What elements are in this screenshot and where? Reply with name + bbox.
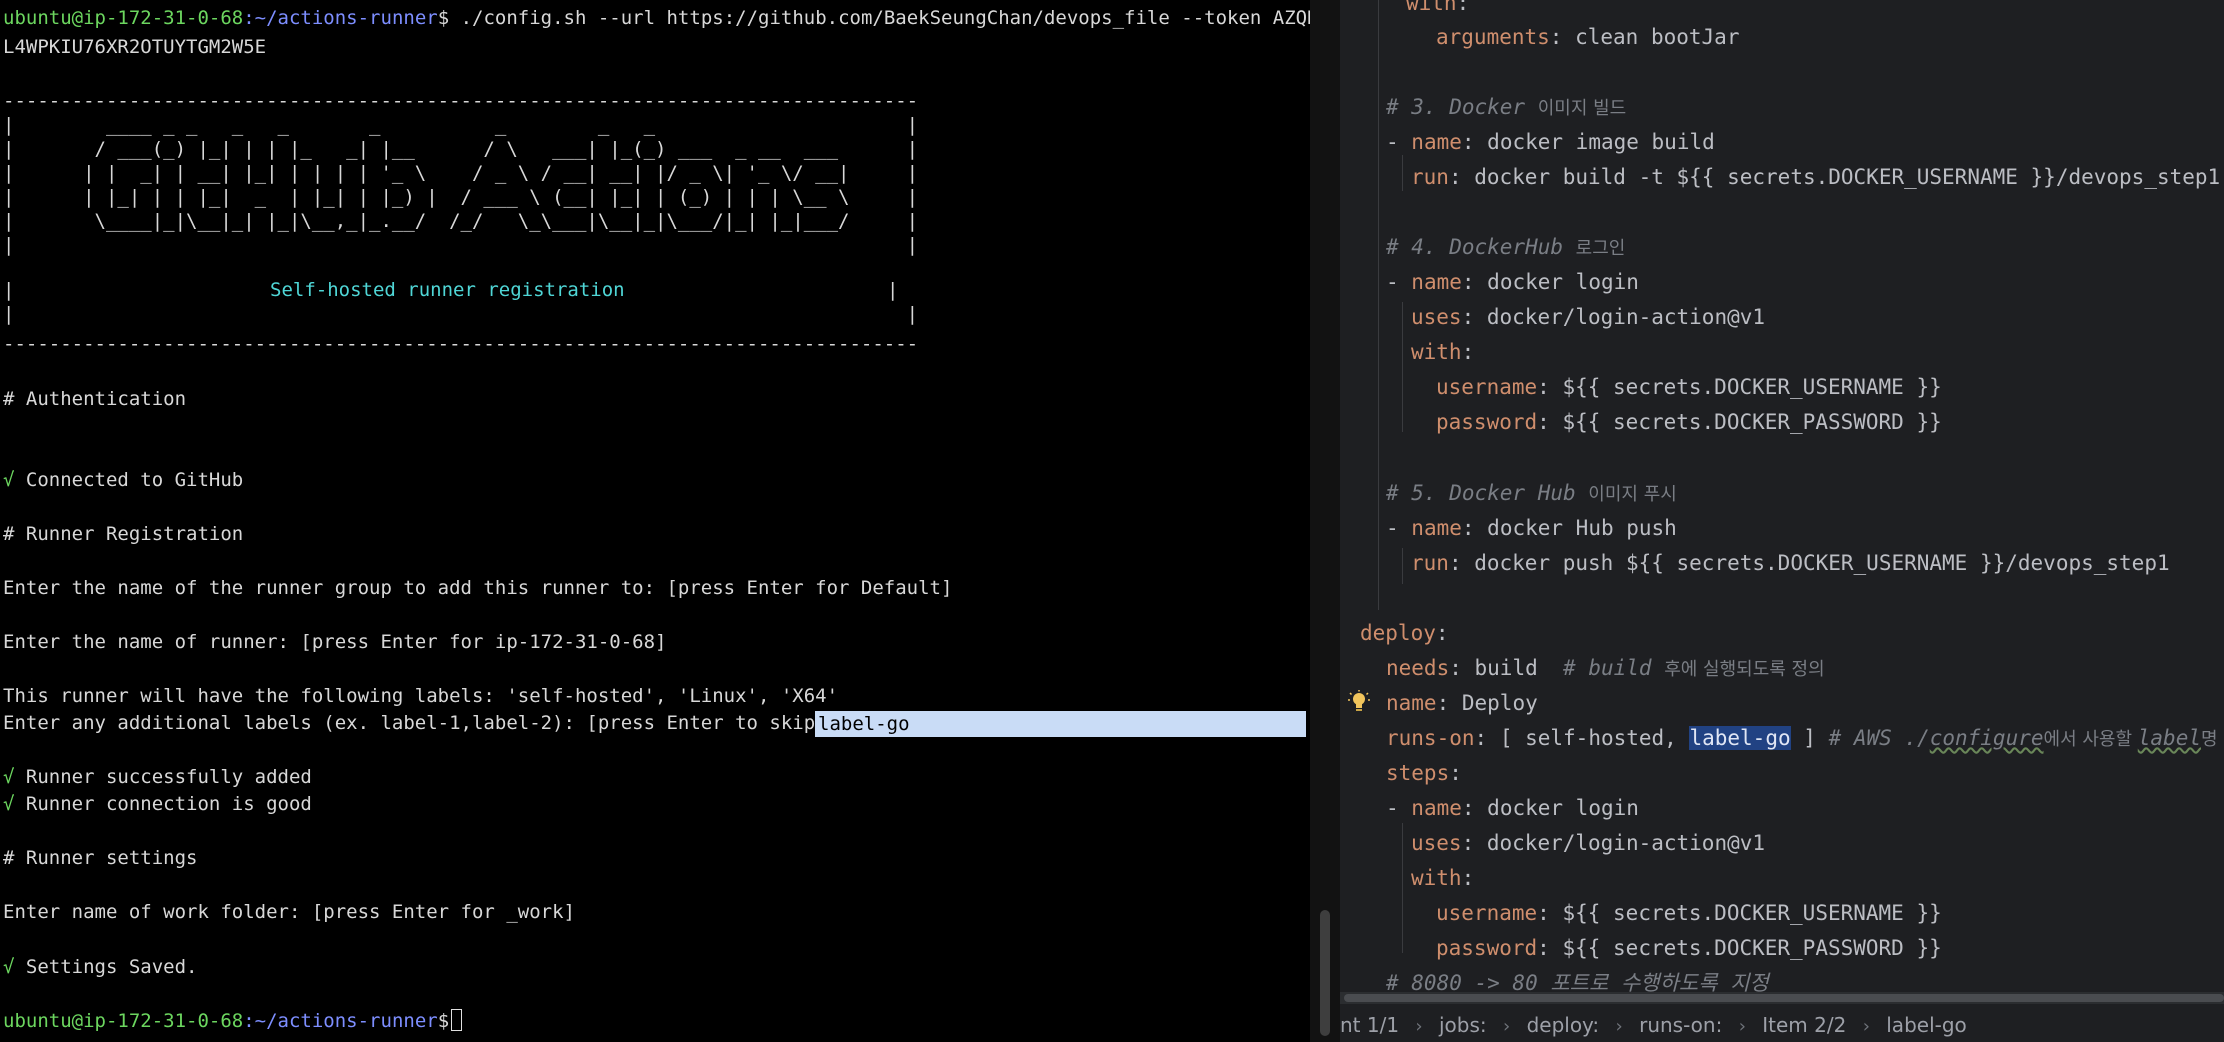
auth-header: # Authentication <box>3 388 187 410</box>
chevron-right-icon: › <box>1738 1016 1746 1037</box>
banner-line: | | <box>3 234 919 256</box>
check-icon: √ <box>3 469 15 491</box>
banner-line: | | <box>3 303 919 325</box>
code-comment: # 5. Docker Hub 이미지 푸시 <box>1386 481 1677 505</box>
breadcrumb-item[interactable]: Item 2/2 <box>1762 1013 1846 1037</box>
banner-line: | ____ _ _ _ _ _ _ _ _ | <box>3 114 919 136</box>
code-line: - name: docker image build <box>1386 130 1715 154</box>
terminal-prompt-line[interactable]: ubuntu@ip-172-31-0-68:~/actions-runner$ <box>3 1009 463 1033</box>
code-line: run: docker build -t ${{ secrets.DOCKER_… <box>1411 165 2224 189</box>
breadcrumb-item[interactable]: runs-on: <box>1639 1013 1722 1037</box>
settings-header: # Runner settings <box>3 847 198 869</box>
labels-info: This runner will have the following labe… <box>3 685 839 707</box>
code-comment: # 4. DockerHub 로그인 <box>1386 235 1626 259</box>
check-icon: √ <box>3 793 15 815</box>
prompt-user: ubuntu@ip-172-31-0-68 <box>3 1010 244 1032</box>
labels-prompt: Enter any additional labels (ex. label-1… <box>3 712 839 734</box>
chevron-right-icon: › <box>1415 1016 1423 1037</box>
terminal-scrollbar[interactable] <box>1320 910 1330 1036</box>
terminal-command-line: ubuntu@ip-172-31-0-68:~/actions-runner$ … <box>3 6 1310 30</box>
code-editor[interactable]: with: arguments: clean bootJar # 3. Dock… <box>1340 0 2224 1042</box>
code-line: username: ${{ secrets.DOCKER_USERNAME }} <box>1436 901 1942 925</box>
lightbulb-icon[interactable] <box>1348 690 1370 714</box>
code-line: deploy: <box>1360 621 1449 645</box>
work-folder-prompt: Enter name of work folder: [press Enter … <box>3 901 575 923</box>
breadcrumb-item[interactable]: nt 1/1 <box>1340 1013 1399 1037</box>
code-line: - name: docker login <box>1386 796 1639 820</box>
banner-line: | | |_| | | |_| _ | |_| | |_) | / ___ \ … <box>3 186 919 208</box>
terminal-pane[interactable]: ubuntu@ip-172-31-0-68:~/actions-runner$ … <box>0 0 1310 1042</box>
connected-line: √ Connected to GitHub <box>3 469 244 491</box>
name-prompt: Enter the name of runner: [press Enter f… <box>3 631 667 653</box>
code-line: - name: docker login <box>1386 270 1639 294</box>
banner-pipe: | <box>3 279 15 301</box>
code-line: username: ${{ secrets.DOCKER_USERNAME }} <box>1436 375 1942 399</box>
code-line: password: ${{ secrets.DOCKER_PASSWORD }} <box>1436 936 1942 960</box>
code-comment: # 3. Docker 이미지 빌드 <box>1386 95 1627 119</box>
code-line: run: docker push ${{ secrets.DOCKER_USER… <box>1411 551 2170 575</box>
prompt-path: ~/actions-runner <box>254 7 438 29</box>
command-wrap: L4WPKIU76XR2OTUYTGM2W5E <box>3 36 267 58</box>
check-icon: √ <box>3 766 15 788</box>
prompt-user: ubuntu@ip-172-31-0-68 <box>3 7 244 29</box>
breadcrumb-item[interactable]: deploy: <box>1527 1013 1600 1037</box>
indent-guide <box>1378 0 1379 610</box>
group-prompt: Enter the name of the runner group to ad… <box>3 577 953 599</box>
chevron-right-icon: › <box>1503 1016 1511 1037</box>
chevron-right-icon: › <box>1862 1016 1870 1037</box>
pane-divider[interactable] <box>1310 0 1340 1042</box>
check-icon: √ <box>3 956 15 978</box>
code-line: name: Deploy <box>1386 691 1538 715</box>
code-line-runs-on: runs-on: [ self-hosted, label-go ] # AWS… <box>1386 726 2218 750</box>
banner-line: | / ___(_) |_| | | |_ _| |__ / \ ___| |_… <box>3 138 919 160</box>
highlighted-label[interactable]: label-go <box>1689 726 1791 750</box>
banner-rule-top: ----------------------------------------… <box>3 90 919 112</box>
code-line: - name: docker Hub push <box>1386 516 1677 540</box>
code-line: needs: build # build 후에 실행되도록 정의 <box>1386 656 1825 680</box>
banner-title: Self-hosted runner registration <box>270 279 625 301</box>
runner-connection-line: √ Runner connection is good <box>3 793 312 815</box>
indent-guide <box>1402 548 1403 584</box>
editor-scroll-thumb[interactable] <box>1344 994 2224 1002</box>
code-line: with: <box>1406 0 1470 15</box>
code-line: steps: <box>1386 761 1462 785</box>
breadcrumb-item[interactable]: jobs: <box>1439 1013 1487 1037</box>
indent-guide <box>1402 823 1403 953</box>
code-line: uses: docker/login-action@v1 <box>1411 831 1766 855</box>
settings-saved-line: √ Settings Saved. <box>3 956 198 978</box>
code-line: uses: docker/login-action@v1 <box>1411 305 1766 329</box>
indent-guide <box>1402 302 1403 432</box>
breadcrumb-item[interactable]: label-go <box>1886 1013 1967 1037</box>
banner-rule-bottom: ----------------------------------------… <box>3 333 919 355</box>
prompt-path: ~/actions-runner <box>254 1010 438 1032</box>
code-line: password: ${{ secrets.DOCKER_PASSWORD }} <box>1436 410 1942 434</box>
prompt-symbol: $ <box>437 1010 450 1032</box>
terminal-cursor <box>451 1009 463 1031</box>
banner-line: | | | _| | __| |_| | | | | '_ \ / _ \ / … <box>3 162 919 184</box>
code-line: arguments: clean bootJar <box>1436 25 1740 49</box>
runner-added-line: √ Runner successfully added <box>3 766 312 788</box>
registration-header: # Runner Registration <box>3 523 244 545</box>
code-line: with: <box>1411 866 1475 890</box>
labels-value: label-go <box>818 713 910 735</box>
banner-pipe: | <box>887 279 899 301</box>
chevron-right-icon: › <box>1615 1016 1623 1037</box>
code-line: with: <box>1411 340 1475 364</box>
indent-guide <box>1402 155 1403 191</box>
prompt-symbol: $ <box>437 7 450 29</box>
command-text: ./config.sh --url https://github.com/Bae… <box>449 7 1310 29</box>
banner-line: | \____|_|\__|_| |_|\__,_|_.__/ /_/ \_\_… <box>3 210 919 232</box>
breadcrumb: nt 1/1 › jobs: › deploy: › runs-on: › It… <box>1340 1008 2224 1042</box>
